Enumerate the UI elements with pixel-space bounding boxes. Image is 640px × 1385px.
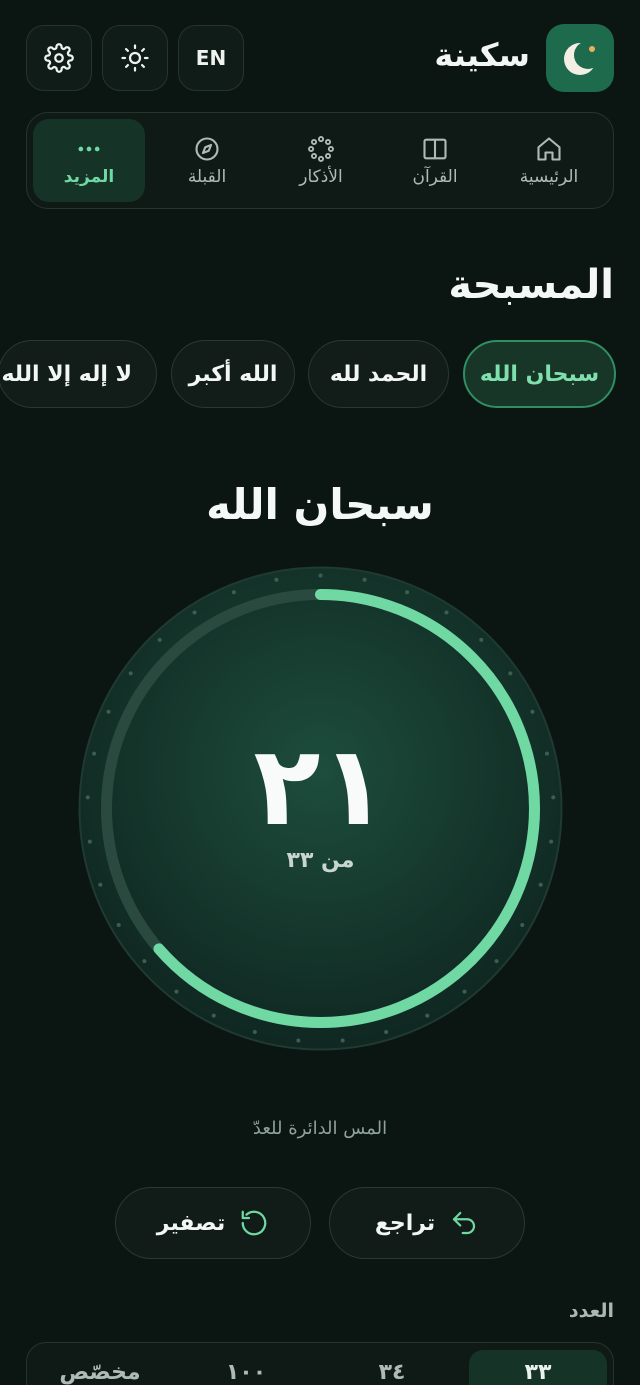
target-option-100[interactable]: ١٠٠: [177, 1350, 315, 1385]
rim-dot: [128, 671, 133, 676]
target-count-selector: ٣٣ ٣٤ ١٠٠ مخصّص: [26, 1342, 614, 1385]
rim-dot: [462, 989, 467, 994]
rim-dot: [106, 709, 111, 714]
dhikr-selector: سبحان الله الحمد لله الله أكبر لا إله إل…: [0, 340, 640, 410]
nav-label: المزيد: [63, 167, 115, 187]
beads-icon: [308, 136, 334, 162]
rim-dot: [157, 637, 162, 642]
reset-icon: [241, 1210, 267, 1236]
rim-dot: [538, 882, 543, 887]
home-icon: [537, 137, 561, 161]
tap-hint: المس الدائرة للعدّ: [252, 1118, 388, 1139]
app-logo: [546, 24, 614, 92]
rim-dot: [142, 959, 147, 964]
sun-icon: [121, 44, 149, 72]
nav-item-more[interactable]: المزيد: [33, 119, 145, 202]
rim-dot: [231, 590, 236, 595]
crescent-icon: [564, 41, 602, 75]
rim-dot: [174, 989, 179, 994]
current-dhikr: سبحان الله: [206, 480, 434, 529]
rim-dot: [384, 1030, 389, 1035]
rim-dot: [508, 671, 513, 676]
nav-item-quran[interactable]: القرآن: [379, 119, 491, 202]
nav-label: القرآن: [412, 167, 458, 187]
counter-circle[interactable]: ٢١ من ٣٣: [78, 566, 563, 1051]
undo-icon: [453, 1211, 476, 1235]
nav-label: الرئيسية: [519, 167, 579, 187]
nav-item-home[interactable]: الرئيسية: [493, 119, 605, 202]
more-icon: [78, 146, 100, 152]
undo-label: تراجع: [374, 1210, 436, 1236]
target-option-33[interactable]: ٣٣: [469, 1350, 607, 1385]
rim-dot: [405, 590, 410, 595]
nav-item-qibla[interactable]: القبلة: [151, 119, 263, 202]
app-name: سكينة: [434, 36, 530, 74]
nav-item-adhkar[interactable]: الأذكار: [265, 119, 377, 202]
rim-dot: [192, 610, 197, 615]
gear-icon: [44, 43, 74, 73]
rim-dot: [479, 637, 484, 642]
rim-dot: [296, 1038, 301, 1043]
rim-dot: [530, 709, 535, 714]
reset-label: تصفير: [156, 1210, 226, 1236]
page-title: المسبحة: [448, 262, 614, 308]
count-target: من ٣٣: [286, 848, 355, 873]
undo-button[interactable]: تراجع: [329, 1187, 525, 1259]
tasbih-page: EN سكينة الرئيسية القرآن الأذكار القبلة …: [0, 0, 640, 1385]
rim-dot: [274, 577, 279, 582]
target-count-label: العدد: [568, 1300, 614, 1322]
rim-dot: [252, 1030, 257, 1035]
dhikr-chip-allahuakbar[interactable]: الله أكبر: [171, 340, 295, 408]
rim-dot: [98, 882, 103, 887]
rim-dot: [425, 1013, 430, 1018]
target-option-custom[interactable]: مخصّص: [31, 1350, 169, 1385]
nav-label: الأذكار: [299, 167, 343, 187]
app-header: EN سكينة: [26, 24, 614, 92]
rim-dot: [444, 610, 449, 615]
main-nav: الرئيسية القرآن الأذكار القبلة المزيد: [26, 112, 614, 209]
theme-toggle-button[interactable]: [102, 25, 168, 91]
dhikr-chip-subhanallah[interactable]: سبحان الله: [463, 340, 616, 408]
rim-dot: [211, 1013, 216, 1018]
compass-icon: [195, 137, 219, 161]
nav-label: القبلة: [187, 167, 227, 187]
rim-dot: [340, 1038, 345, 1043]
settings-button[interactable]: [26, 25, 92, 91]
book-icon: [423, 138, 447, 160]
dhikr-chip-alhamdulillah[interactable]: الحمد لله: [308, 340, 449, 408]
language-button[interactable]: EN: [178, 25, 244, 91]
count-value: ٢١: [253, 722, 388, 850]
rim-dot: [520, 923, 525, 927]
rim-dot: [116, 923, 121, 927]
rim-dot: [494, 959, 499, 964]
rim-dot: [318, 573, 323, 578]
target-option-34[interactable]: ٣٤: [323, 1350, 461, 1385]
rim-dot: [362, 577, 367, 582]
reset-button[interactable]: تصفير: [115, 1187, 311, 1259]
dhikr-chip-lailaha[interactable]: لا إله إلا الله: [0, 340, 157, 408]
